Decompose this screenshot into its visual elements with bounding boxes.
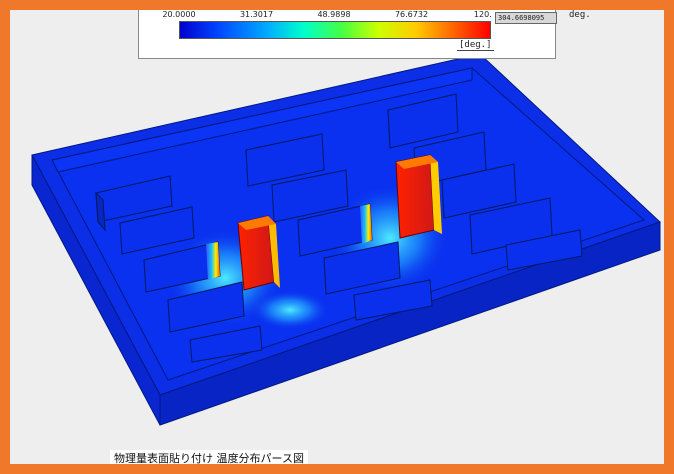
legend-tick: 48.9898 — [317, 10, 351, 19]
readout-unit: deg. — [569, 10, 591, 20]
warm-side-mid — [360, 204, 372, 244]
viewport-frame: 20.0000 31.3017 48.9898 76.6732 120. [de… — [10, 10, 664, 464]
heat-glow-floor — [250, 290, 330, 330]
legend-tick: 20.0000 — [162, 10, 196, 19]
legend-tick: 76.6732 — [394, 10, 429, 19]
value-readout[interactable]: 304.6698095 — [495, 12, 557, 24]
thermal-render-3d — [31, 53, 661, 426]
color-scale-bar-icon — [179, 21, 491, 39]
hot-component-left — [237, 215, 280, 291]
legend-tick: 120. — [473, 10, 492, 19]
image-caption: 物理量表面貼り付け 温度分布パース図 — [110, 450, 308, 464]
color-legend: 20.0000 31.3017 48.9898 76.6732 120. [de… — [138, 10, 591, 59]
legend-tick: 31.3017 — [239, 10, 274, 19]
warm-side-left — [206, 242, 220, 280]
legend-unit: [deg.] — [457, 40, 494, 51]
hot-component-right — [395, 154, 442, 239]
